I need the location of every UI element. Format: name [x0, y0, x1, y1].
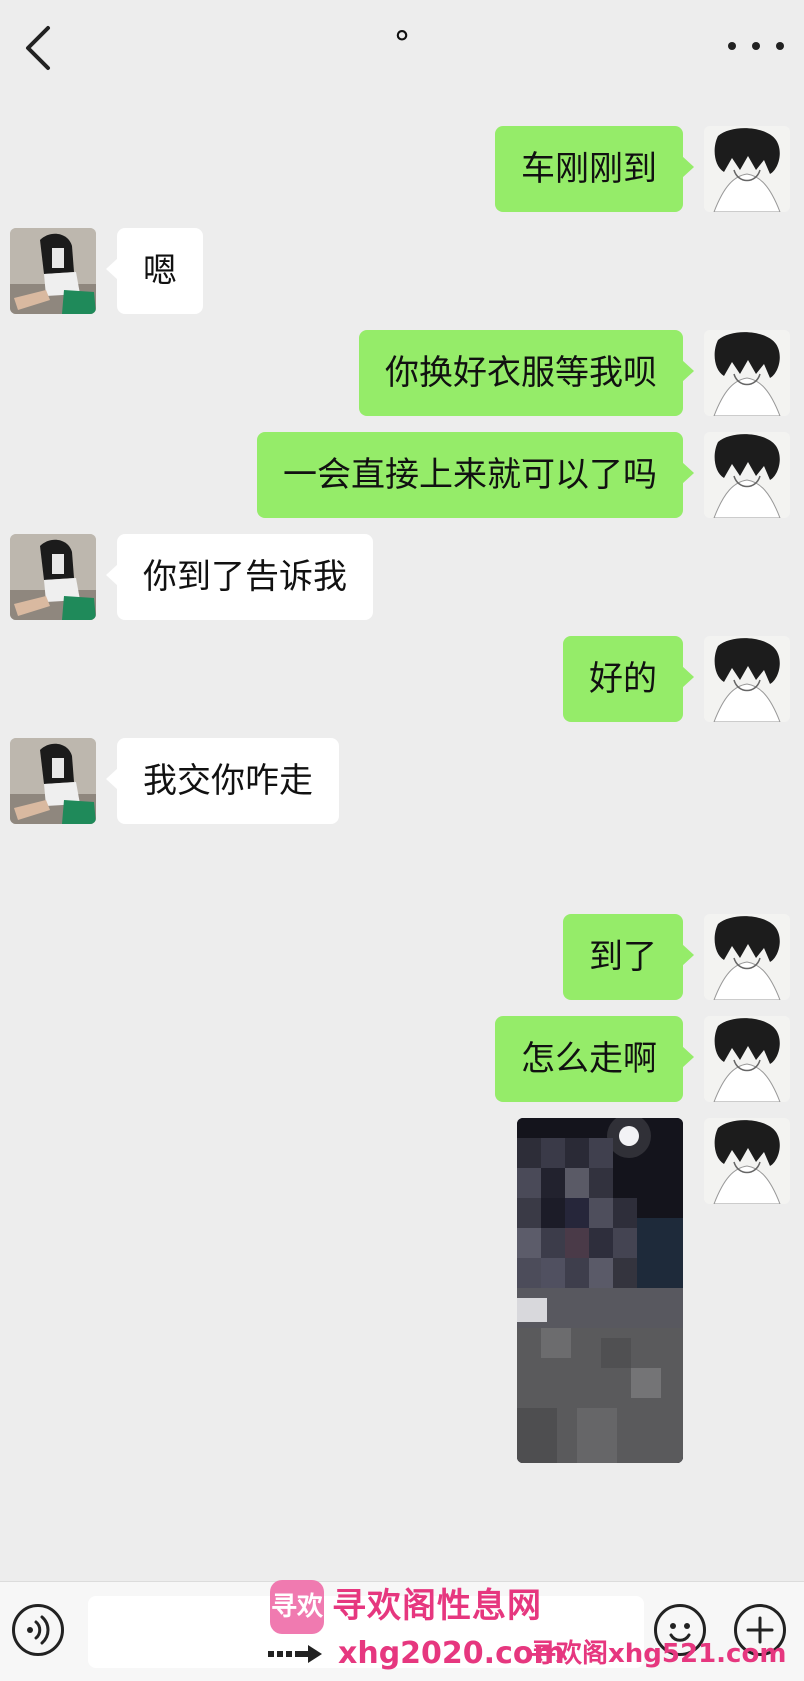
message-row: 嗯	[0, 228, 804, 318]
contact-avatar[interactable]	[10, 738, 96, 824]
top-nav: °	[0, 0, 804, 96]
arrow-icon	[268, 1645, 322, 1663]
voice-icon	[27, 1615, 50, 1645]
message-row: 车刚刚到	[0, 126, 804, 216]
back-button[interactable]	[18, 22, 62, 74]
message-row	[0, 1118, 804, 1468]
message-bubble[interactable]: 我交你咋走	[106, 738, 339, 824]
my-avatar[interactable]	[704, 432, 790, 518]
chat-screen: ° 车刚刚到 嗯 你换好衣服等我呗 一会直接上来就可以了吗 你到了告诉我 好的 …	[0, 0, 804, 1681]
more-button[interactable]	[728, 24, 784, 68]
message-row: 我交你咋走	[0, 738, 804, 828]
message-bubble[interactable]: 你换好衣服等我呗	[359, 330, 694, 416]
message-row: 你换好衣服等我呗	[0, 330, 804, 420]
message-bubble[interactable]: 你到了告诉我	[106, 534, 373, 620]
my-avatar[interactable]	[704, 914, 790, 1000]
my-avatar[interactable]	[704, 636, 790, 722]
my-avatar[interactable]	[704, 330, 790, 416]
message-row: 怎么走啊	[0, 1016, 804, 1106]
message-bubble[interactable]: 车刚刚到	[495, 126, 694, 212]
chat-title: °	[393, 24, 411, 64]
back-icon	[26, 26, 50, 70]
photo-message[interactable]	[517, 1118, 683, 1463]
contact-avatar[interactable]	[10, 534, 96, 620]
my-avatar[interactable]	[704, 1016, 790, 1102]
message-bubble[interactable]: 好的	[563, 636, 694, 722]
more-icon	[728, 42, 736, 50]
voice-button[interactable]	[12, 1604, 64, 1656]
contact-avatar[interactable]	[10, 228, 96, 314]
watermark-url-secondary: 寻欢阁xhg521.com	[530, 1639, 787, 1669]
my-avatar[interactable]	[704, 126, 790, 212]
watermark: 寻欢 寻欢阁性息网 xhg2020.com 寻欢阁xhg521.com	[262, 1578, 786, 1678]
watermark-name: 寻欢阁性息网	[332, 1586, 542, 1626]
message-row: 到了	[0, 914, 804, 1004]
my-avatar[interactable]	[704, 1118, 790, 1204]
message-bubble[interactable]: 嗯	[106, 228, 203, 314]
message-bubble[interactable]: 到了	[563, 914, 694, 1000]
message-row: 好的	[0, 636, 804, 726]
message-row: 你到了告诉我	[0, 534, 804, 624]
watermark-logo: 寻欢	[270, 1580, 324, 1634]
message-bubble[interactable]: 一会直接上来就可以了吗	[257, 432, 694, 518]
message-bubble[interactable]: 怎么走啊	[495, 1016, 694, 1102]
message-row: 一会直接上来就可以了吗	[0, 432, 804, 522]
